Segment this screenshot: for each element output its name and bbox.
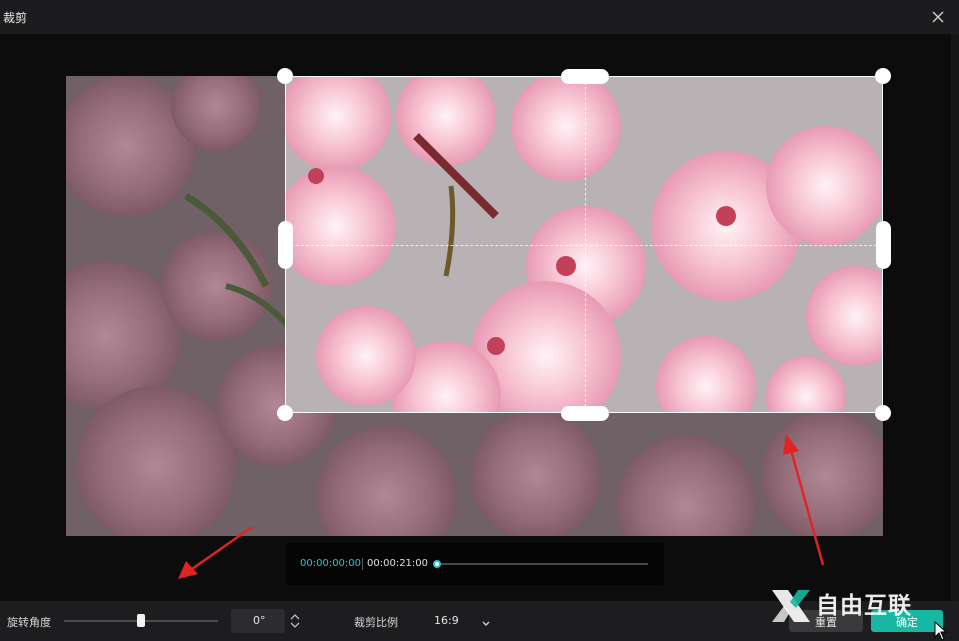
- crop-grid-line: [585, 77, 586, 412]
- crop-handle-right[interactable]: [876, 221, 891, 269]
- close-button[interactable]: [927, 6, 949, 28]
- rotation-label: 旋转角度: [7, 616, 51, 629]
- crop-handle-bottom[interactable]: [561, 406, 609, 421]
- scroll-strip: [951, 34, 959, 601]
- title-bar: 裁剪: [0, 0, 959, 34]
- timeline-bar: 00:00:00:00 00:00:21:00: [286, 543, 664, 585]
- dialog-title: 裁剪: [3, 11, 28, 25]
- crop-ratio-dropdown[interactable]: [480, 615, 492, 627]
- crop-grid-line: [286, 245, 882, 246]
- close-icon: [932, 11, 944, 23]
- chevron-down-icon: [482, 621, 490, 626]
- crop-handle-left[interactable]: [278, 221, 293, 269]
- stepper-arrows-icon: [290, 614, 300, 628]
- crop-frame[interactable]: [285, 76, 883, 413]
- rotation-angle-input[interactable]: 0°: [231, 609, 285, 633]
- crop-handle-top-right[interactable]: [875, 68, 891, 84]
- confirm-button[interactable]: 确定: [871, 610, 943, 632]
- crop-handle-top-left[interactable]: [277, 68, 293, 84]
- rotation-slider-thumb[interactable]: [137, 614, 145, 627]
- time-separator: [362, 558, 363, 570]
- bottom-controls: 旋转角度 0° 裁剪比例 16:9 重置 确定: [0, 601, 959, 641]
- crop-handle-bottom-left[interactable]: [277, 405, 293, 421]
- rotation-stepper[interactable]: [288, 610, 302, 632]
- current-time: 00:00:00:00: [300, 558, 362, 569]
- crop-handle-bottom-right[interactable]: [875, 405, 891, 421]
- crop-handle-top[interactable]: [561, 69, 609, 84]
- crop-ratio-select[interactable]: 16:9: [434, 614, 459, 627]
- reset-button[interactable]: 重置: [789, 610, 863, 632]
- crop-ratio-label: 裁剪比例: [354, 616, 398, 629]
- timeline-playhead[interactable]: [433, 560, 441, 568]
- timeline-track[interactable]: [436, 563, 648, 565]
- total-time: 00:00:21:00: [367, 558, 429, 569]
